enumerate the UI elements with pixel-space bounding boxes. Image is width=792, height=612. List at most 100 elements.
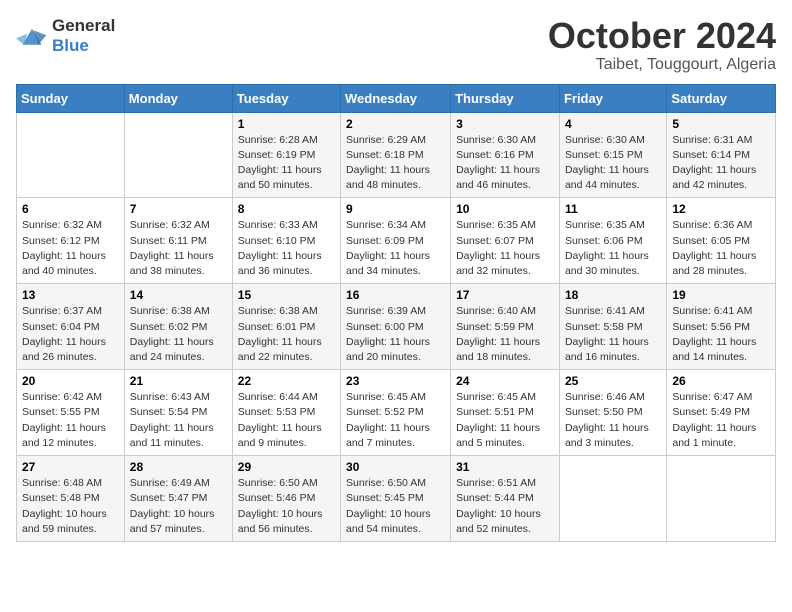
day-info: Sunrise: 6:51 AM Sunset: 5:44 PM Dayligh… [456, 476, 554, 537]
day-info: Sunrise: 6:34 AM Sunset: 6:09 PM Dayligh… [346, 218, 445, 279]
calendar-cell [17, 112, 125, 198]
day-info: Sunrise: 6:45 AM Sunset: 5:51 PM Dayligh… [456, 390, 554, 451]
location: Taibet, Touggourt, Algeria [548, 56, 776, 74]
day-number: 16 [346, 288, 445, 302]
day-info: Sunrise: 6:43 AM Sunset: 5:54 PM Dayligh… [130, 390, 227, 451]
day-number: 9 [346, 202, 445, 216]
calendar-cell: 17 Sunrise: 6:40 AM Sunset: 5:59 PM Dayli… [451, 284, 560, 370]
day-info: Sunrise: 6:32 AM Sunset: 6:12 PM Dayligh… [22, 218, 119, 279]
day-number: 23 [346, 374, 445, 388]
month-title: October 2024 [548, 16, 776, 56]
day-number: 14 [130, 288, 227, 302]
calendar-cell: 10 Sunrise: 6:35 AM Sunset: 6:07 PM Dayli… [451, 198, 560, 284]
calendar-cell: 30Sunrise: 6:50 AM Sunset: 5:45 PM Dayli… [341, 456, 451, 542]
day-number: 19 [672, 288, 770, 302]
calendar-cell: 28 Sunrise: 6:49 AM Sunset: 5:47 PM Dayli… [124, 456, 232, 542]
day-info: Sunrise: 6:38 AM Sunset: 6:01 PM Dayligh… [238, 304, 335, 365]
calendar-cell: 26 Sunrise: 6:47 AM Sunset: 5:49 PM Dayli… [667, 370, 776, 456]
logo-bird-icon [16, 22, 48, 50]
calendar-cell: 14 Sunrise: 6:38 AM Sunset: 6:02 PM Dayli… [124, 284, 232, 370]
calendar-cell: 2 Sunrise: 6:29 AM Sunset: 6:18 PM Daylig… [341, 112, 451, 198]
day-number: 26 [672, 374, 770, 388]
day-info: Sunrise: 6:35 AM Sunset: 6:07 PM Dayligh… [456, 218, 554, 279]
calendar-week-row: 27 Sunrise: 6:48 AM Sunset: 5:48 PM Dayli… [17, 456, 776, 542]
header-friday: Friday [559, 84, 666, 112]
header-tuesday: Tuesday [232, 84, 340, 112]
calendar-cell: 20 Sunrise: 6:42 AM Sunset: 5:55 PM Dayli… [17, 370, 125, 456]
calendar-table: Sunday Monday Tuesday Wednesday Thursday… [16, 84, 776, 542]
day-info: Sunrise: 6:47 AM Sunset: 5:49 PM Dayligh… [672, 390, 770, 451]
day-number: 10 [456, 202, 554, 216]
day-number: 4 [565, 117, 661, 131]
title-block: October 2024 Taibet, Touggourt, Algeria [548, 16, 776, 74]
calendar-cell: 6 Sunrise: 6:32 AM Sunset: 6:12 PM Daylig… [17, 198, 125, 284]
calendar-cell: 25Sunrise: 6:46 AM Sunset: 5:50 PM Dayli… [559, 370, 666, 456]
calendar-cell: 1 Sunrise: 6:28 AM Sunset: 6:19 PM Daylig… [232, 112, 340, 198]
day-number: 1 [238, 117, 335, 131]
logo-text: General Blue [52, 16, 115, 56]
day-info: Sunrise: 6:28 AM Sunset: 6:19 PM Dayligh… [238, 133, 335, 194]
day-number: 6 [22, 202, 119, 216]
calendar-cell [559, 456, 666, 542]
header-wednesday: Wednesday [341, 84, 451, 112]
day-number: 22 [238, 374, 335, 388]
day-info: Sunrise: 6:40 AM Sunset: 5:59 PM Dayligh… [456, 304, 554, 365]
calendar-cell: 16Sunrise: 6:39 AM Sunset: 6:00 PM Dayli… [341, 284, 451, 370]
day-info: Sunrise: 6:41 AM Sunset: 5:58 PM Dayligh… [565, 304, 661, 365]
day-info: Sunrise: 6:31 AM Sunset: 6:14 PM Dayligh… [672, 133, 770, 194]
calendar-cell: 8Sunrise: 6:33 AM Sunset: 6:10 PM Daylig… [232, 198, 340, 284]
day-info: Sunrise: 6:41 AM Sunset: 5:56 PM Dayligh… [672, 304, 770, 365]
day-number: 29 [238, 460, 335, 474]
day-info: Sunrise: 6:49 AM Sunset: 5:47 PM Dayligh… [130, 476, 227, 537]
day-info: Sunrise: 6:37 AM Sunset: 6:04 PM Dayligh… [22, 304, 119, 365]
day-number: 30 [346, 460, 445, 474]
calendar-cell: 11 Sunrise: 6:35 AM Sunset: 6:06 PM Dayli… [559, 198, 666, 284]
day-number: 21 [130, 374, 227, 388]
day-info: Sunrise: 6:32 AM Sunset: 6:11 PM Dayligh… [130, 218, 227, 279]
calendar-week-row: 1 Sunrise: 6:28 AM Sunset: 6:19 PM Daylig… [17, 112, 776, 198]
calendar-cell: 27 Sunrise: 6:48 AM Sunset: 5:48 PM Dayli… [17, 456, 125, 542]
calendar-week-row: 6 Sunrise: 6:32 AM Sunset: 6:12 PM Daylig… [17, 198, 776, 284]
day-number: 31 [456, 460, 554, 474]
day-info: Sunrise: 6:29 AM Sunset: 6:18 PM Dayligh… [346, 133, 445, 194]
calendar-cell: 9 Sunrise: 6:34 AM Sunset: 6:09 PM Daylig… [341, 198, 451, 284]
calendar-week-row: 13Sunrise: 6:37 AM Sunset: 6:04 PM Dayli… [17, 284, 776, 370]
day-info: Sunrise: 6:44 AM Sunset: 5:53 PM Dayligh… [238, 390, 335, 451]
day-info: Sunrise: 6:38 AM Sunset: 6:02 PM Dayligh… [130, 304, 227, 365]
day-info: Sunrise: 6:30 AM Sunset: 6:16 PM Dayligh… [456, 133, 554, 194]
calendar-cell: 12 Sunrise: 6:36 AM Sunset: 6:05 PM Dayli… [667, 198, 776, 284]
calendar-cell: 22 Sunrise: 6:44 AM Sunset: 5:53 PM Dayli… [232, 370, 340, 456]
day-number: 18 [565, 288, 661, 302]
day-info: Sunrise: 6:35 AM Sunset: 6:06 PM Dayligh… [565, 218, 661, 279]
day-number: 12 [672, 202, 770, 216]
day-number: 24 [456, 374, 554, 388]
header-monday: Monday [124, 84, 232, 112]
day-info: Sunrise: 6:50 AM Sunset: 5:46 PM Dayligh… [238, 476, 335, 537]
day-number: 11 [565, 202, 661, 216]
calendar-cell: 18 Sunrise: 6:41 AM Sunset: 5:58 PM Dayli… [559, 284, 666, 370]
day-number: 17 [456, 288, 554, 302]
calendar-cell: 31 Sunrise: 6:51 AM Sunset: 5:44 PM Dayli… [451, 456, 560, 542]
calendar-cell [667, 456, 776, 542]
day-info: Sunrise: 6:48 AM Sunset: 5:48 PM Dayligh… [22, 476, 119, 537]
calendar-cell: 21 Sunrise: 6:43 AM Sunset: 5:54 PM Dayli… [124, 370, 232, 456]
calendar-cell: 23 Sunrise: 6:45 AM Sunset: 5:52 PM Dayli… [341, 370, 451, 456]
header-sunday: Sunday [17, 84, 125, 112]
day-number: 15 [238, 288, 335, 302]
day-number: 28 [130, 460, 227, 474]
day-info: Sunrise: 6:46 AM Sunset: 5:50 PM Dayligh… [565, 390, 661, 451]
day-number: 20 [22, 374, 119, 388]
day-info: Sunrise: 6:36 AM Sunset: 6:05 PM Dayligh… [672, 218, 770, 279]
calendar-cell: 24 Sunrise: 6:45 AM Sunset: 5:51 PM Dayli… [451, 370, 560, 456]
day-info: Sunrise: 6:45 AM Sunset: 5:52 PM Dayligh… [346, 390, 445, 451]
day-number: 7 [130, 202, 227, 216]
page-header: General Blue October 2024 Taibet, Touggo… [16, 16, 776, 74]
calendar-week-row: 20 Sunrise: 6:42 AM Sunset: 5:55 PM Dayli… [17, 370, 776, 456]
day-number: 5 [672, 117, 770, 131]
day-number: 2 [346, 117, 445, 131]
calendar-cell: 19 Sunrise: 6:41 AM Sunset: 5:56 PM Dayli… [667, 284, 776, 370]
calendar-cell: 7 Sunrise: 6:32 AM Sunset: 6:11 PM Daylig… [124, 198, 232, 284]
day-info: Sunrise: 6:42 AM Sunset: 5:55 PM Dayligh… [22, 390, 119, 451]
header-saturday: Saturday [667, 84, 776, 112]
day-number: 27 [22, 460, 119, 474]
